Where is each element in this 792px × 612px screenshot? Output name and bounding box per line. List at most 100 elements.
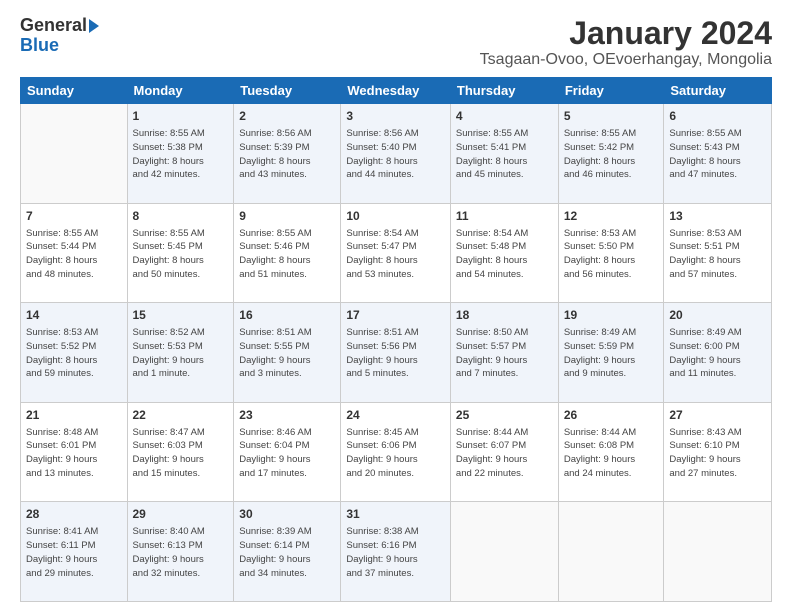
calendar-cell: 14Sunrise: 8:53 AM Sunset: 5:52 PM Dayli… <box>21 303 128 403</box>
day-info: Sunrise: 8:53 AM Sunset: 5:52 PM Dayligh… <box>26 326 122 381</box>
day-info: Sunrise: 8:56 AM Sunset: 5:39 PM Dayligh… <box>239 127 335 182</box>
logo: General Blue <box>20 16 99 56</box>
day-number: 9 <box>239 208 335 225</box>
header-cell-monday: Monday <box>127 78 234 104</box>
day-number: 23 <box>239 407 335 424</box>
header-cell-saturday: Saturday <box>664 78 772 104</box>
calendar-cell <box>21 104 128 204</box>
day-number: 30 <box>239 506 335 523</box>
day-number: 12 <box>564 208 659 225</box>
day-info: Sunrise: 8:44 AM Sunset: 6:07 PM Dayligh… <box>456 426 553 481</box>
calendar-header: SundayMondayTuesdayWednesdayThursdayFrid… <box>21 78 772 104</box>
day-number: 6 <box>669 108 766 125</box>
logo-general-text: General <box>20 16 87 36</box>
calendar-cell: 17Sunrise: 8:51 AM Sunset: 5:56 PM Dayli… <box>341 303 451 403</box>
day-info: Sunrise: 8:39 AM Sunset: 6:14 PM Dayligh… <box>239 525 335 580</box>
calendar-row: 1Sunrise: 8:55 AM Sunset: 5:38 PM Daylig… <box>21 104 772 204</box>
day-number: 5 <box>564 108 659 125</box>
calendar-cell: 8 Sunrise: 8:55 AM Sunset: 5:45 PM Daylig… <box>127 203 234 303</box>
calendar-subtitle: Tsagaan-Ovoo, OEvoerhangay, Mongolia <box>480 51 772 69</box>
day-number: 10 <box>346 208 445 225</box>
header-cell-thursday: Thursday <box>450 78 558 104</box>
calendar-cell: 21Sunrise: 8:48 AM Sunset: 6:01 PM Dayli… <box>21 402 128 502</box>
day-info: Sunrise: 8:47 AM Sunset: 6:03 PM Dayligh… <box>133 426 229 481</box>
header-cell-wednesday: Wednesday <box>341 78 451 104</box>
calendar-cell: 10Sunrise: 8:54 AM Sunset: 5:47 PM Dayli… <box>341 203 451 303</box>
calendar-row: 14Sunrise: 8:53 AM Sunset: 5:52 PM Dayli… <box>21 303 772 403</box>
day-info: Sunrise: 8:44 AM Sunset: 6:08 PM Dayligh… <box>564 426 659 481</box>
calendar-cell: 3Sunrise: 8:56 AM Sunset: 5:40 PM Daylig… <box>341 104 451 204</box>
calendar-row: 7 Sunrise: 8:55 AM Sunset: 5:44 PM Daylig… <box>21 203 772 303</box>
day-info: Sunrise: 8:41 AM Sunset: 6:11 PM Dayligh… <box>26 525 122 580</box>
calendar-cell: 18Sunrise: 8:50 AM Sunset: 5:57 PM Dayli… <box>450 303 558 403</box>
calendar-title: January 2024 <box>480 16 772 51</box>
day-number: 27 <box>669 407 766 424</box>
day-info: Sunrise: 8:55 AM Sunset: 5:42 PM Dayligh… <box>564 127 659 182</box>
calendar-cell <box>558 502 664 602</box>
title-section: January 2024 Tsagaan-Ovoo, OEvoerhangay,… <box>480 16 772 69</box>
day-info: Sunrise: 8:40 AM Sunset: 6:13 PM Dayligh… <box>133 525 229 580</box>
day-number: 1 <box>133 108 229 125</box>
calendar-cell: 1Sunrise: 8:55 AM Sunset: 5:38 PM Daylig… <box>127 104 234 204</box>
day-info: Sunrise: 8:46 AM Sunset: 6:04 PM Dayligh… <box>239 426 335 481</box>
page: General Blue January 2024 Tsagaan-Ovoo, … <box>0 0 792 612</box>
calendar-cell: 30 Sunrise: 8:39 AM Sunset: 6:14 PM Dayli… <box>234 502 341 602</box>
day-number: 29 <box>133 506 229 523</box>
header-cell-friday: Friday <box>558 78 664 104</box>
day-number: 28 <box>26 506 122 523</box>
day-info: Sunrise: 8:43 AM Sunset: 6:10 PM Dayligh… <box>669 426 766 481</box>
calendar-body: 1Sunrise: 8:55 AM Sunset: 5:38 PM Daylig… <box>21 104 772 602</box>
day-number: 8 <box>133 208 229 225</box>
day-info: Sunrise: 8:38 AM Sunset: 6:16 PM Dayligh… <box>346 525 445 580</box>
header-cell-sunday: Sunday <box>21 78 128 104</box>
day-number: 15 <box>133 307 229 324</box>
day-info: Sunrise: 8:48 AM Sunset: 6:01 PM Dayligh… <box>26 426 122 481</box>
calendar-cell: 31 Sunrise: 8:38 AM Sunset: 6:16 PM Dayli… <box>341 502 451 602</box>
day-number: 13 <box>669 208 766 225</box>
calendar-cell: 4 Sunrise: 8:55 AM Sunset: 5:41 PM Daylig… <box>450 104 558 204</box>
day-info: Sunrise: 8:53 AM Sunset: 5:50 PM Dayligh… <box>564 227 659 282</box>
day-number: 4 <box>456 108 553 125</box>
calendar-cell: 7 Sunrise: 8:55 AM Sunset: 5:44 PM Daylig… <box>21 203 128 303</box>
day-info: Sunrise: 8:49 AM Sunset: 5:59 PM Dayligh… <box>564 326 659 381</box>
logo-blue-text: Blue <box>20 36 59 56</box>
calendar-cell: 11Sunrise: 8:54 AM Sunset: 5:48 PM Dayli… <box>450 203 558 303</box>
day-info: Sunrise: 8:55 AM Sunset: 5:45 PM Dayligh… <box>133 227 229 282</box>
calendar-table: SundayMondayTuesdayWednesdayThursdayFrid… <box>20 77 772 602</box>
calendar-cell: 29 Sunrise: 8:40 AM Sunset: 6:13 PM Dayli… <box>127 502 234 602</box>
calendar-cell: 20 Sunrise: 8:49 AM Sunset: 6:00 PM Dayli… <box>664 303 772 403</box>
header: General Blue January 2024 Tsagaan-Ovoo, … <box>20 16 772 69</box>
calendar-row: 28 Sunrise: 8:41 AM Sunset: 6:11 PM Dayli… <box>21 502 772 602</box>
day-info: Sunrise: 8:52 AM Sunset: 5:53 PM Dayligh… <box>133 326 229 381</box>
calendar-cell: 25 Sunrise: 8:44 AM Sunset: 6:07 PM Dayli… <box>450 402 558 502</box>
calendar-cell: 28 Sunrise: 8:41 AM Sunset: 6:11 PM Dayli… <box>21 502 128 602</box>
calendar-cell: 27 Sunrise: 8:43 AM Sunset: 6:10 PM Dayli… <box>664 402 772 502</box>
day-number: 31 <box>346 506 445 523</box>
calendar-row: 21Sunrise: 8:48 AM Sunset: 6:01 PM Dayli… <box>21 402 772 502</box>
calendar-cell: 9 Sunrise: 8:55 AM Sunset: 5:46 PM Daylig… <box>234 203 341 303</box>
day-info: Sunrise: 8:49 AM Sunset: 6:00 PM Dayligh… <box>669 326 766 381</box>
calendar-cell: 12 Sunrise: 8:53 AM Sunset: 5:50 PM Dayli… <box>558 203 664 303</box>
day-info: Sunrise: 8:54 AM Sunset: 5:48 PM Dayligh… <box>456 227 553 282</box>
calendar-cell <box>450 502 558 602</box>
calendar-cell: 15 Sunrise: 8:52 AM Sunset: 5:53 PM Dayli… <box>127 303 234 403</box>
day-number: 18 <box>456 307 553 324</box>
day-number: 20 <box>669 307 766 324</box>
calendar-cell <box>664 502 772 602</box>
calendar-cell: 26Sunrise: 8:44 AM Sunset: 6:08 PM Dayli… <box>558 402 664 502</box>
logo-arrow-icon <box>89 19 99 33</box>
calendar-cell: 24Sunrise: 8:45 AM Sunset: 6:06 PM Dayli… <box>341 402 451 502</box>
day-number: 25 <box>456 407 553 424</box>
day-number: 3 <box>346 108 445 125</box>
day-number: 22 <box>133 407 229 424</box>
calendar-cell: 5 Sunrise: 8:55 AM Sunset: 5:42 PM Daylig… <box>558 104 664 204</box>
day-number: 24 <box>346 407 445 424</box>
day-info: Sunrise: 8:55 AM Sunset: 5:46 PM Dayligh… <box>239 227 335 282</box>
calendar-cell: 2Sunrise: 8:56 AM Sunset: 5:39 PM Daylig… <box>234 104 341 204</box>
day-info: Sunrise: 8:53 AM Sunset: 5:51 PM Dayligh… <box>669 227 766 282</box>
day-info: Sunrise: 8:55 AM Sunset: 5:44 PM Dayligh… <box>26 227 122 282</box>
calendar-cell: 16Sunrise: 8:51 AM Sunset: 5:55 PM Dayli… <box>234 303 341 403</box>
day-number: 7 <box>26 208 122 225</box>
header-row: SundayMondayTuesdayWednesdayThursdayFrid… <box>21 78 772 104</box>
day-info: Sunrise: 8:55 AM Sunset: 5:41 PM Dayligh… <box>456 127 553 182</box>
